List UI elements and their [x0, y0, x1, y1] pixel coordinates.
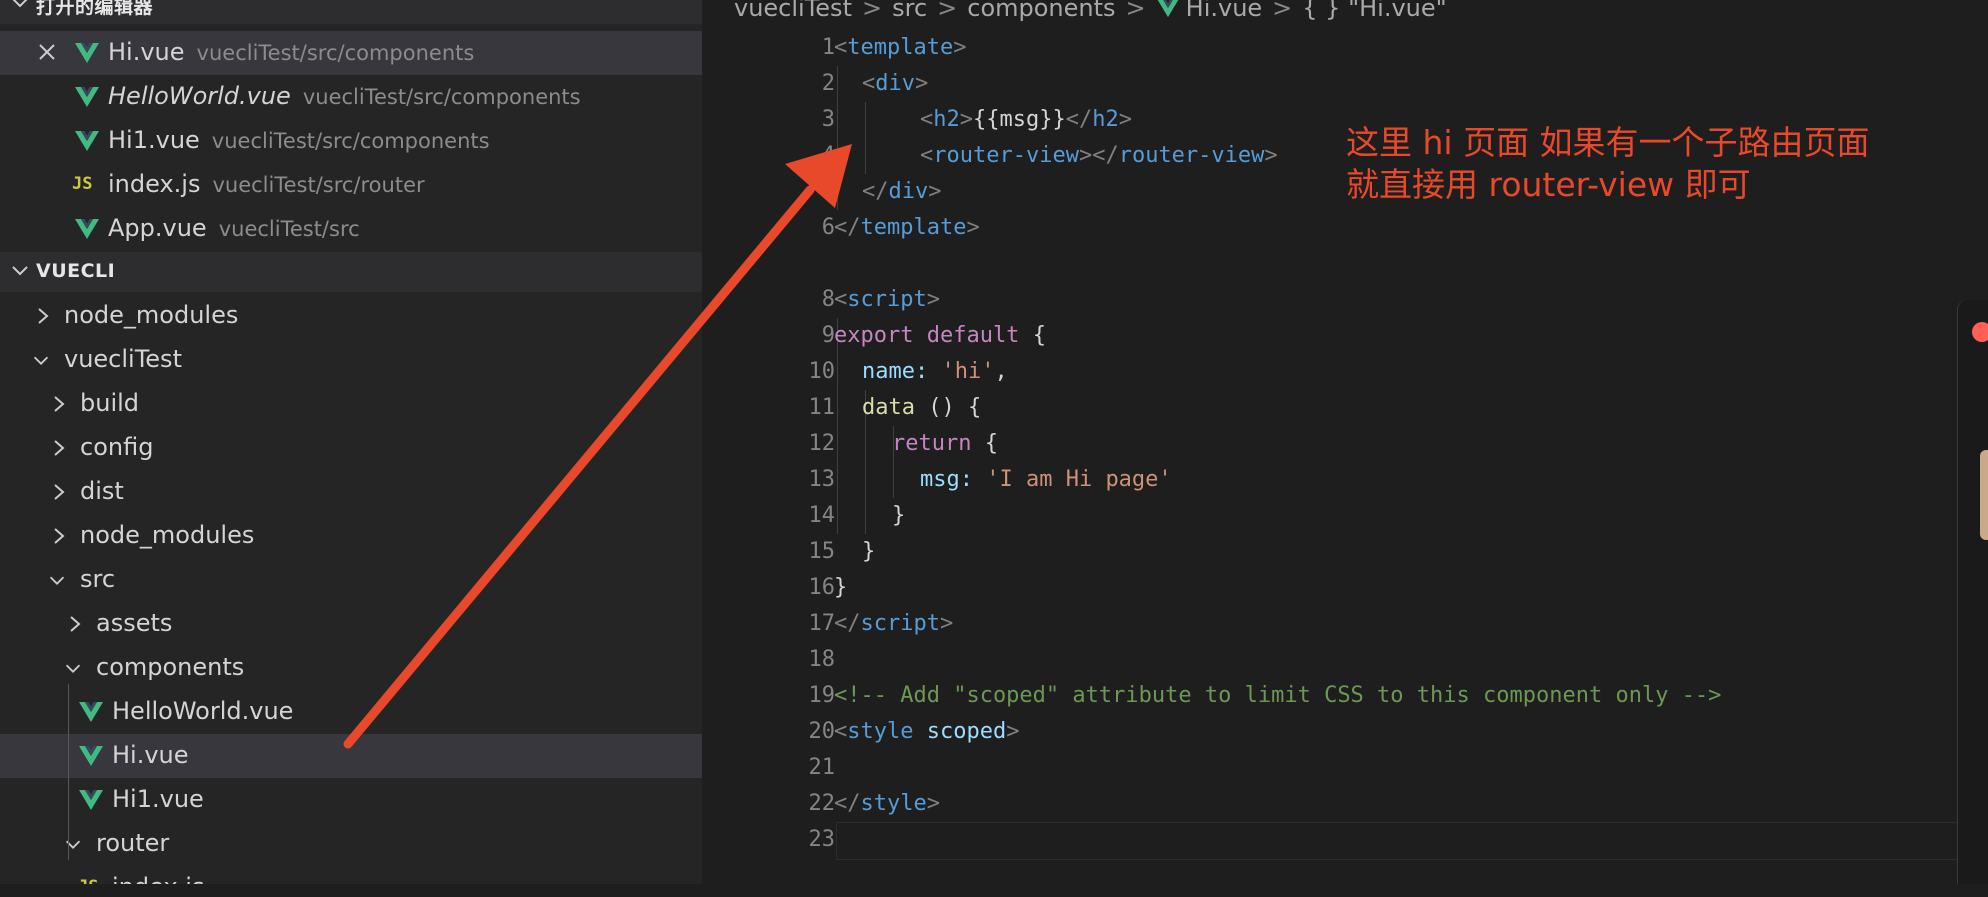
close-window-icon[interactable] [1972, 322, 1988, 342]
annotation-line: 这里 hi 页面 如果有一个子路由页面 [1346, 123, 1870, 162]
annotation-text: 这里 hi 页面 如果有一个子路由页面 就直接用 router-view 即可 [1346, 122, 1870, 206]
annotation-line: 就直接用 router-view 即可 [1346, 165, 1751, 204]
thumbnail-image [1980, 450, 1988, 540]
floating-window-edge [1957, 300, 1988, 884]
